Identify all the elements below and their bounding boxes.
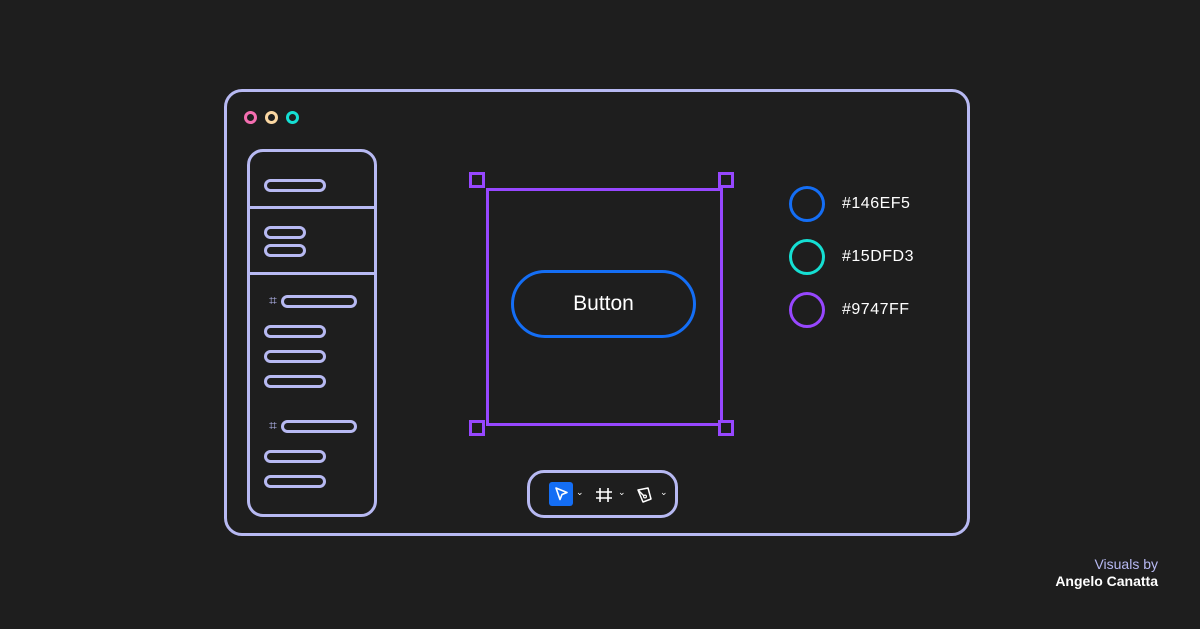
sidebar-section-header[interactable]	[281, 420, 357, 433]
chevron-down-icon[interactable]: ⌄	[660, 489, 668, 498]
app-window: ⌗ ⌗ Button #146EF5 #15DFD3 #9747FF ⌄ ⌄ ⌄	[224, 89, 970, 536]
resize-handle-top-left[interactable]	[469, 172, 485, 188]
color-hex-label: #146EF5	[842, 195, 911, 212]
sidebar-item[interactable]	[264, 475, 326, 488]
credit-line-2: Angelo Canatta	[1055, 573, 1158, 589]
cursor-tool-button[interactable]	[549, 482, 573, 506]
pen-icon	[637, 487, 652, 503]
chevron-down-icon[interactable]: ⌄	[618, 489, 626, 498]
resize-handle-bottom-left[interactable]	[469, 420, 485, 436]
color-swatch-row[interactable]: #15DFD3	[789, 238, 914, 276]
hash-icon: ⌗	[269, 418, 277, 434]
canvas-button[interactable]: Button	[511, 270, 696, 338]
sidebar-item[interactable]	[264, 226, 306, 239]
color-swatch-row[interactable]: #9747FF	[789, 291, 910, 329]
bottom-toolbar: ⌄ ⌄ ⌄	[527, 470, 678, 518]
sidebar-item[interactable]	[264, 350, 326, 363]
sidebar-divider	[250, 206, 374, 209]
sidebar-divider	[250, 272, 374, 275]
color-swatch-row[interactable]: #146EF5	[789, 185, 910, 223]
window-control-teal[interactable]	[286, 111, 299, 124]
color-swatch[interactable]	[789, 239, 825, 275]
frame-tool-button[interactable]	[594, 484, 614, 506]
sidebar-item[interactable]	[264, 325, 326, 338]
resize-handle-top-right[interactable]	[718, 172, 734, 188]
frame-icon	[596, 488, 612, 502]
color-swatch[interactable]	[789, 292, 825, 328]
color-hex-label: #9747FF	[842, 301, 910, 318]
color-hex-label: #15DFD3	[842, 248, 914, 265]
hash-icon: ⌗	[269, 293, 277, 309]
credit-line-1: Visuals by	[1094, 556, 1158, 572]
sidebar-item[interactable]	[264, 375, 326, 388]
sidebar-item[interactable]	[264, 450, 326, 463]
window-control-yellow[interactable]	[265, 111, 278, 124]
layers-sidebar: ⌗ ⌗	[247, 149, 377, 517]
color-swatch[interactable]	[789, 186, 825, 222]
cursor-icon	[555, 487, 568, 501]
sidebar-item-top[interactable]	[264, 179, 326, 192]
window-control-pink[interactable]	[244, 111, 257, 124]
sidebar-item[interactable]	[264, 244, 306, 257]
resize-handle-bottom-right[interactable]	[718, 420, 734, 436]
pen-tool-button[interactable]	[634, 484, 656, 506]
chevron-down-icon[interactable]: ⌄	[576, 489, 584, 498]
sidebar-section-header[interactable]	[281, 295, 357, 308]
